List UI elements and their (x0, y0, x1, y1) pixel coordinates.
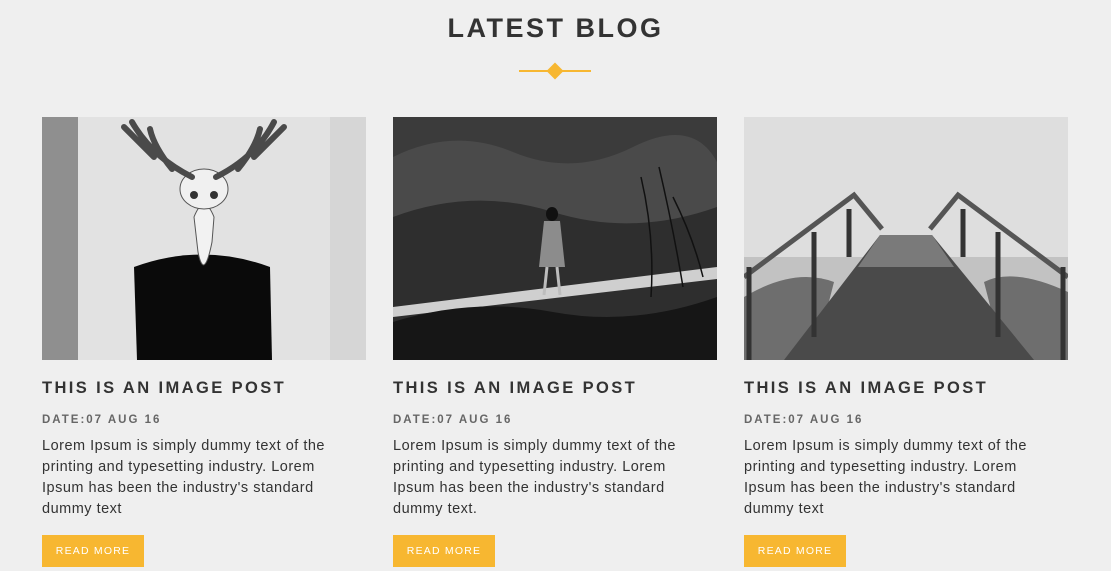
post-excerpt: Lorem Ipsum is simply dummy text of the … (393, 438, 676, 517)
blog-card: THIS IS AN IMAGE POST DATE:07 AUG 16 Lor… (393, 117, 717, 567)
post-title[interactable]: THIS IS AN IMAGE POST (42, 378, 366, 398)
post-date: DATE:07 AUG 16 (42, 414, 162, 426)
read-more-button[interactable]: READ MORE (393, 535, 495, 567)
title-divider (519, 62, 591, 80)
section-title: LATEST BLOG (447, 13, 664, 43)
blog-card: THIS IS AN IMAGE POST DATE:07 AUG 16 Lor… (744, 117, 1068, 567)
read-more-button[interactable]: READ MORE (42, 535, 144, 567)
post-date: DATE:07 AUG 16 (393, 414, 513, 426)
post-image-deer-skull[interactable] (42, 117, 366, 360)
post-image-mountain-path[interactable] (393, 117, 717, 360)
diamond-icon (546, 62, 564, 80)
post-date: DATE:07 AUG 16 (744, 414, 864, 426)
post-title[interactable]: THIS IS AN IMAGE POST (744, 378, 1068, 398)
post-image-foggy-bridge[interactable] (744, 117, 1068, 360)
post-title[interactable]: THIS IS AN IMAGE POST (393, 378, 717, 398)
latest-blog-section: LATEST BLOG THIS IS AN IMAGE POST DATE:0… (0, 0, 1111, 571)
blog-card: THIS IS AN IMAGE POST DATE:07 AUG 16 Lor… (42, 117, 366, 567)
read-more-button[interactable]: READ MORE (744, 535, 846, 567)
post-excerpt: Lorem Ipsum is simply dummy text of the … (744, 438, 1027, 517)
post-excerpt: Lorem Ipsum is simply dummy text of the … (42, 438, 325, 517)
